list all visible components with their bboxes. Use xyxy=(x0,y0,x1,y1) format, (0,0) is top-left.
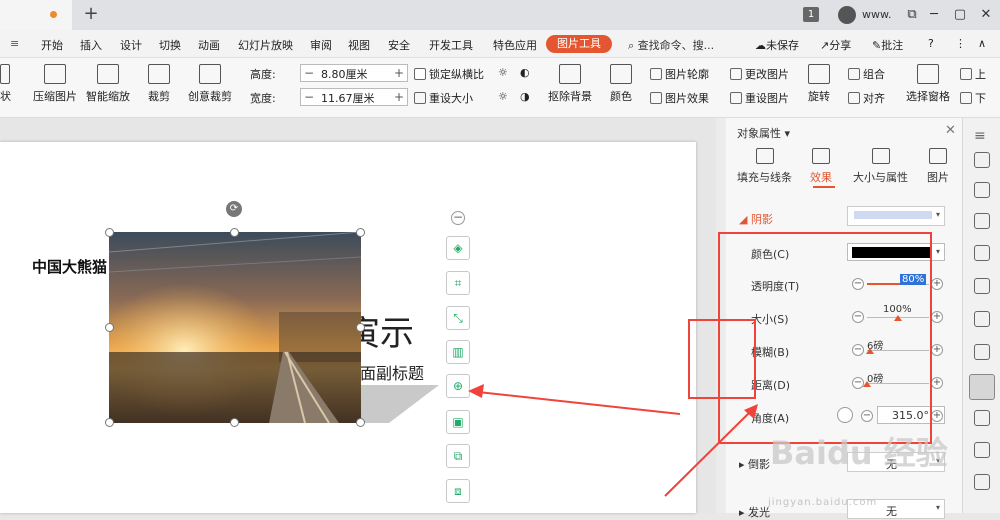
watermark-url: jingyan.baidu.com xyxy=(768,497,878,508)
watermark-logo: Baidu 经验 xyxy=(770,434,948,472)
